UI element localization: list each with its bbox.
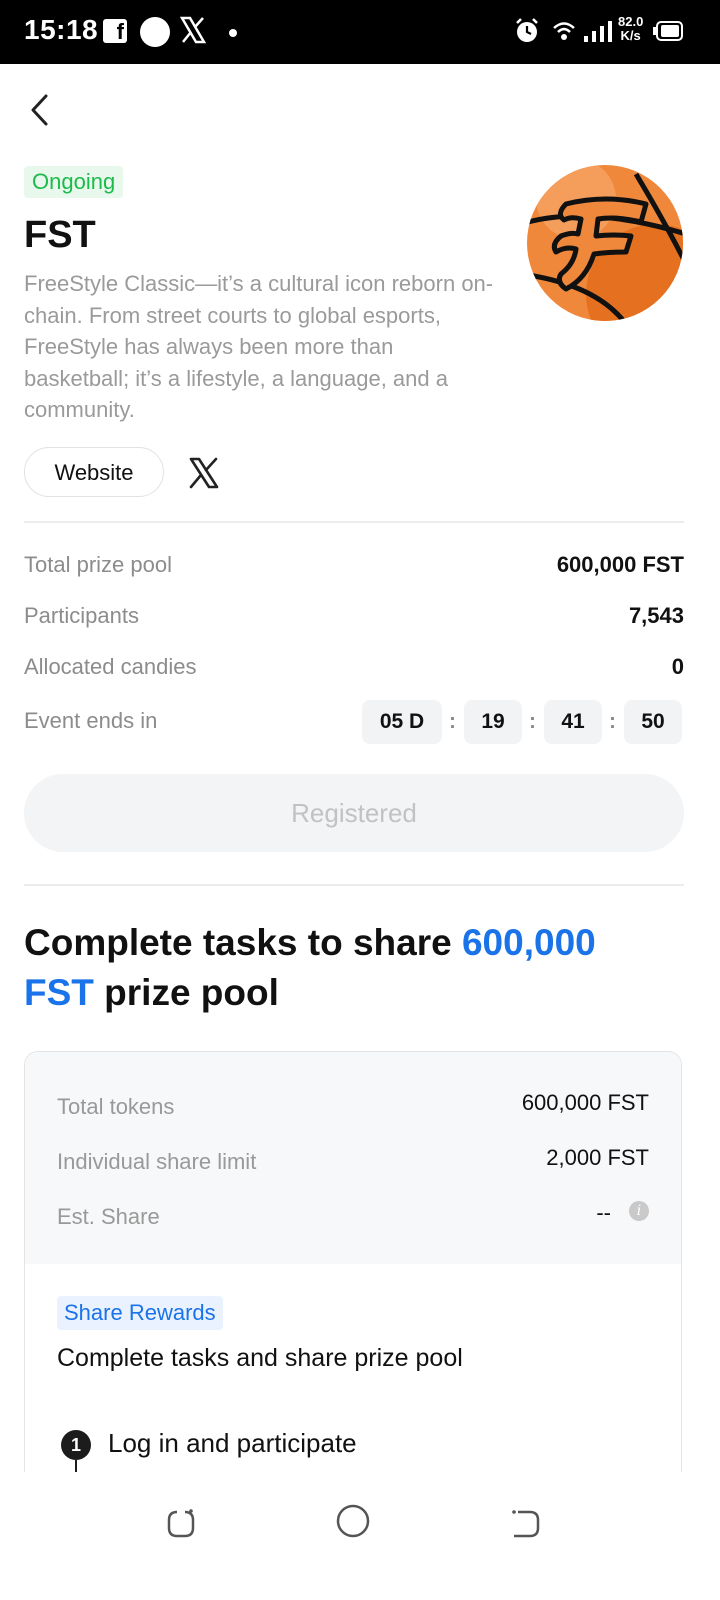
- status-time: 15:18: [24, 14, 99, 45]
- alarm-icon: [516, 18, 538, 42]
- countdown-minutes: 41: [544, 700, 602, 744]
- stat-label: Allocated candies: [24, 654, 197, 679]
- step-label[interactable]: Log in and participate: [108, 1428, 357, 1459]
- x-icon[interactable]: [188, 457, 220, 489]
- website-button[interactable]: Website: [24, 447, 164, 497]
- stat-value: 600,000 FST: [556, 552, 684, 577]
- row-value: --: [596, 1200, 611, 1225]
- battery-icon: [653, 21, 683, 41]
- chevron-left-icon[interactable]: [26, 92, 58, 128]
- row-value: 600,000 FST: [521, 1090, 649, 1115]
- countdown-separator: :: [529, 710, 536, 733]
- signal-icon: [584, 21, 612, 42]
- row-value: 2,000 FST: [546, 1145, 649, 1170]
- headline-suffix: prize pool: [93, 972, 279, 1013]
- card-summary: Total tokens 600,000 FST Individual shar…: [25, 1052, 681, 1264]
- countdown-label: Event ends in: [24, 708, 158, 733]
- card-subtitle: Complete tasks and share prize pool: [57, 1344, 463, 1372]
- net-speed-unit: K/s: [620, 28, 641, 43]
- share-rewards-badge: Share Rewards: [57, 1296, 223, 1330]
- row-label: Est. Share: [57, 1204, 160, 1229]
- section-headline: Complete tasks to share 600,000 FST priz…: [24, 918, 664, 1018]
- row-label: Individual share limit: [57, 1149, 257, 1174]
- divider: [24, 521, 684, 523]
- wifi-icon: [553, 22, 575, 40]
- stat-label: Total prize pool: [24, 552, 172, 577]
- net-speed-value: 82.0: [618, 14, 644, 29]
- fst-basketball-logo: [527, 165, 683, 321]
- registered-button[interactable]: Registered: [24, 774, 684, 852]
- home-icon[interactable]: [336, 1504, 370, 1538]
- network-speed: 82.0 K/s: [618, 15, 643, 43]
- stat-value: 7,543: [628, 603, 684, 628]
- system-nav-bar: [0, 1472, 720, 1600]
- countdown-seconds: 50: [624, 700, 682, 744]
- step-number: 1: [61, 1430, 91, 1460]
- countdown-hours: 19: [464, 700, 522, 744]
- countdown-separator: :: [609, 710, 616, 733]
- prize-pool-card: Total tokens 600,000 FST Individual shar…: [24, 1051, 682, 1531]
- recent-apps-icon[interactable]: [165, 1508, 197, 1540]
- x-icon: [180, 16, 206, 44]
- countdown-separator: :: [449, 710, 456, 733]
- countdown-days: 05 D: [362, 700, 442, 744]
- stat-total-prize-pool: Total prize pool 600,000 FST: [24, 552, 684, 584]
- notification-dot: [229, 29, 237, 37]
- back-icon[interactable]: [510, 1508, 542, 1540]
- stat-label: Participants: [24, 603, 139, 628]
- divider: [24, 884, 684, 886]
- info-icon[interactable]: i: [629, 1201, 649, 1221]
- headline-prefix: Complete tasks to share: [24, 922, 462, 963]
- project-description: FreeStyle Classic—it’s a cultural icon r…: [24, 271, 494, 422]
- status-bar: 15:18 f 82.0 K/s: [0, 0, 720, 64]
- facebook-icon: f: [103, 19, 127, 44]
- circle-app-icon: [140, 17, 170, 47]
- row-label: Total tokens: [57, 1094, 175, 1119]
- stat-participants: Participants 7,543: [24, 603, 684, 635]
- stat-value: 0: [671, 654, 684, 679]
- status-badge: Ongoing: [24, 166, 124, 198]
- page-title: FST: [24, 214, 96, 256]
- stat-allocated-candies: Allocated candies 0: [24, 654, 684, 686]
